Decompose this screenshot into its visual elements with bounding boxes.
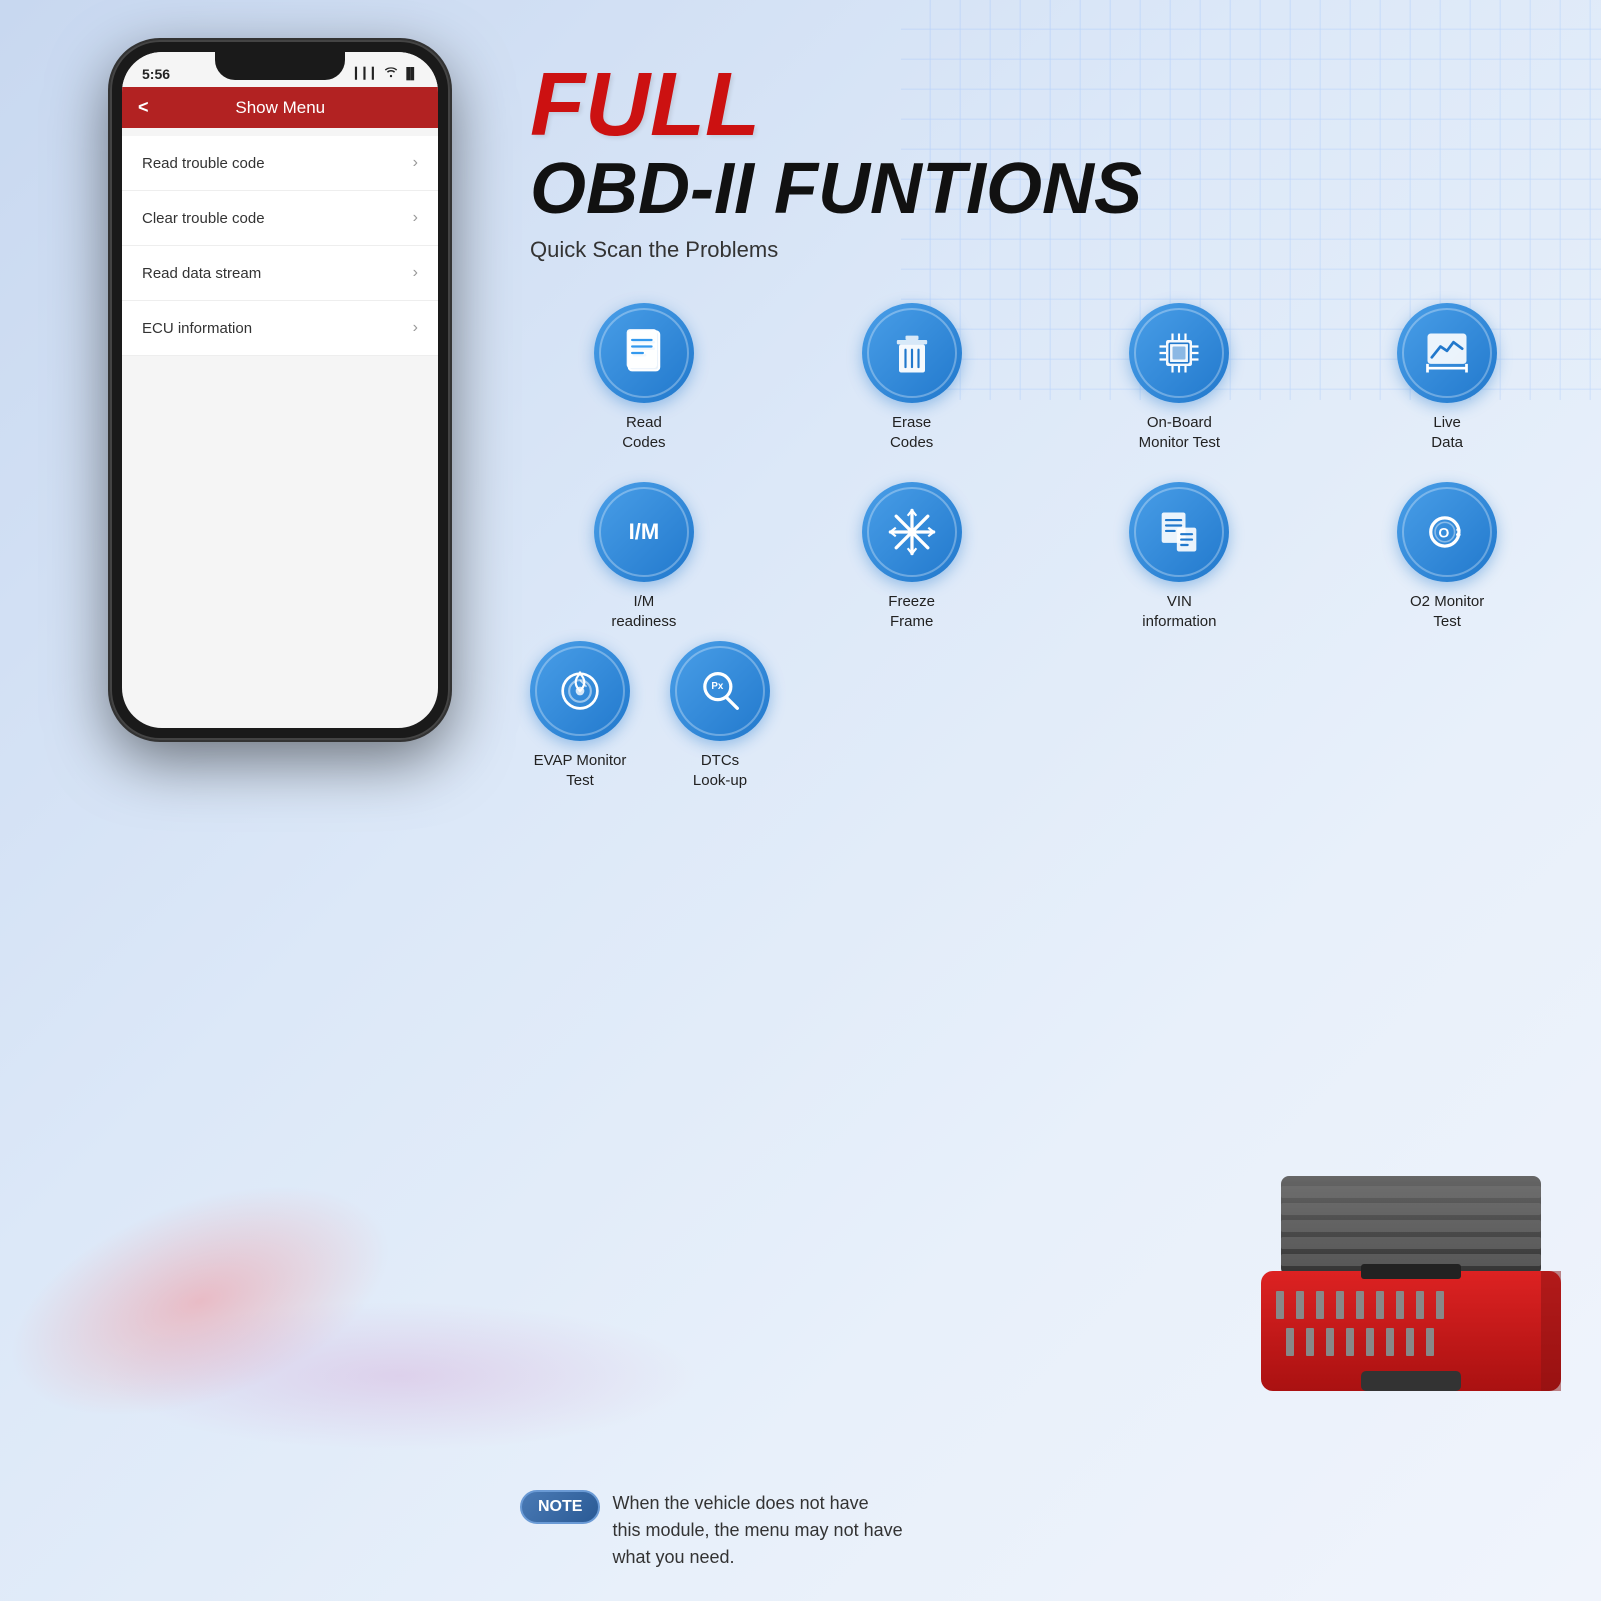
functions-row2: I/M I/Mreadiness bbox=[510, 462, 1581, 651]
function-read-codes[interactable]: ReadCodes bbox=[520, 303, 768, 452]
onboard-monitor-label: On-BoardMonitor Test bbox=[1139, 413, 1220, 452]
read-codes-label: ReadCodes bbox=[622, 413, 665, 452]
back-button[interactable]: < bbox=[138, 97, 149, 118]
obd-connector-svg bbox=[1251, 1176, 1571, 1416]
dtcs-lookup-label: DTCsLook-up bbox=[693, 751, 747, 790]
evap-monitor-icon-circle bbox=[530, 641, 630, 741]
o2-monitor-label: O2 MonitorTest bbox=[1410, 592, 1484, 631]
phone-notch bbox=[215, 52, 345, 80]
live-data-icon-circle bbox=[1397, 303, 1497, 403]
dtcs-icon: Px bbox=[694, 665, 746, 717]
freeze-frame-label: FreezeFrame bbox=[888, 592, 935, 631]
im-readiness-icon-circle: I/M bbox=[594, 482, 694, 582]
menu-item-label: Read trouble code bbox=[142, 155, 265, 172]
menu-item-label: ECU information bbox=[142, 320, 252, 337]
function-live-data[interactable]: LiveData bbox=[1323, 303, 1571, 452]
note-text: When the vehicle does not havethis modul… bbox=[612, 1490, 902, 1571]
function-im-readiness[interactable]: I/M I/Mreadiness bbox=[520, 482, 768, 631]
evap-icon bbox=[554, 665, 606, 717]
chart-icon bbox=[1421, 327, 1473, 379]
vin-icon bbox=[1153, 506, 1205, 558]
erase-codes-label: EraseCodes bbox=[890, 413, 933, 452]
arrow-icon: › bbox=[413, 319, 418, 337]
functions-row3: EVAP MonitorTest Px DTCsLook-up bbox=[510, 641, 1581, 790]
freeze-frame-icon-circle bbox=[862, 482, 962, 582]
read-codes-icon-circle bbox=[594, 303, 694, 403]
menu-item-label: Read data stream bbox=[142, 265, 261, 282]
snowflake-icon bbox=[886, 506, 938, 558]
status-icons: ▎▎▎ ▐▌ bbox=[355, 66, 418, 81]
phone-device: 5:56 ▎▎▎ ▐▌ < Show Menu bbox=[110, 40, 450, 740]
menu-item-ecu[interactable]: ECU information › bbox=[122, 301, 438, 356]
arrow-icon: › bbox=[413, 264, 418, 282]
obd-connector-area bbox=[1251, 1176, 1571, 1421]
menu-item-read-stream[interactable]: Read data stream › bbox=[122, 246, 438, 301]
menu-list: Read trouble code › Clear trouble code ›… bbox=[122, 136, 438, 356]
menu-item-read-trouble[interactable]: Read trouble code › bbox=[122, 136, 438, 191]
menu-item-clear-trouble[interactable]: Clear trouble code › bbox=[122, 191, 438, 246]
live-data-label: LiveData bbox=[1431, 413, 1463, 452]
title-area: FULL OBD-II FUNTIONS Quick Scan the Prob… bbox=[510, 30, 1581, 273]
app-title: Show Menu bbox=[159, 98, 402, 118]
chip-icon bbox=[1153, 327, 1205, 379]
phone-section: 5:56 ▎▎▎ ▐▌ < Show Menu bbox=[30, 40, 530, 1020]
subtitle: Quick Scan the Problems bbox=[530, 237, 1561, 263]
function-evap-monitor[interactable]: EVAP MonitorTest bbox=[520, 641, 640, 790]
function-freeze-frame[interactable]: FreezeFrame bbox=[788, 482, 1036, 631]
svg-text:O: O bbox=[1438, 525, 1449, 541]
title-full: FULL bbox=[530, 60, 1561, 150]
function-onboard-monitor[interactable]: On-BoardMonitor Test bbox=[1056, 303, 1304, 452]
o2-monitor-icon-circle: O 2 bbox=[1397, 482, 1497, 582]
note-badge: NOTE bbox=[520, 1490, 600, 1524]
signal-icon: ▎▎▎ bbox=[355, 67, 380, 80]
obd-spacer bbox=[800, 641, 1571, 790]
vin-info-label: VINinformation bbox=[1142, 592, 1216, 631]
arrow-icon: › bbox=[413, 154, 418, 172]
function-vin-info[interactable]: VINinformation bbox=[1056, 482, 1304, 631]
function-o2-monitor[interactable]: O 2 O2 MonitorTest bbox=[1323, 482, 1571, 631]
function-dtcs-lookup[interactable]: Px DTCsLook-up bbox=[660, 641, 780, 790]
dtcs-lookup-icon-circle: Px bbox=[670, 641, 770, 741]
note-section: NOTE When the vehicle does not havethis … bbox=[510, 1490, 1581, 1571]
svg-text:Px: Px bbox=[711, 681, 724, 692]
status-time: 5:56 bbox=[142, 66, 170, 82]
trash-icon bbox=[886, 327, 938, 379]
app-header: < Show Menu bbox=[122, 87, 438, 128]
phone-screen: 5:56 ▎▎▎ ▐▌ < Show Menu bbox=[122, 52, 438, 728]
wifi-icon bbox=[384, 66, 398, 81]
im-readiness-label: I/Mreadiness bbox=[611, 592, 676, 631]
functions-row1: ReadCodes EraseCodes bbox=[510, 283, 1581, 472]
erase-codes-icon-circle bbox=[862, 303, 962, 403]
onboard-monitor-icon-circle bbox=[1129, 303, 1229, 403]
title-obd: OBD-II FUNTIONS bbox=[530, 150, 1561, 229]
document-icon bbox=[618, 327, 670, 379]
im-icon: I/M bbox=[629, 519, 660, 545]
vin-info-icon-circle bbox=[1129, 482, 1229, 582]
function-erase-codes[interactable]: EraseCodes bbox=[788, 303, 1036, 452]
menu-item-label: Clear trouble code bbox=[142, 210, 265, 227]
evap-monitor-label: EVAP MonitorTest bbox=[534, 751, 627, 790]
o2-icon: O 2 bbox=[1421, 506, 1473, 558]
arrow-icon: › bbox=[413, 209, 418, 227]
battery-icon: ▐▌ bbox=[402, 68, 418, 80]
svg-text:2: 2 bbox=[1456, 527, 1462, 538]
